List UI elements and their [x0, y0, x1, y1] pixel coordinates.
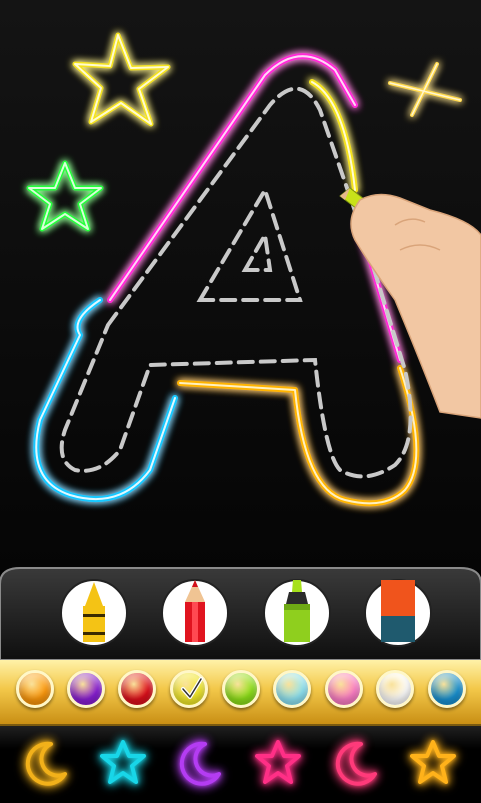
star-icon — [255, 740, 301, 784]
marker-tool-button[interactable] — [262, 578, 332, 648]
color-swatch-white[interactable] — [376, 670, 414, 708]
moon-icon — [25, 741, 67, 786]
color-swatch-red[interactable] — [118, 670, 156, 708]
stamp-moon-red[interactable] — [331, 738, 381, 788]
color-swatch-lime[interactable] — [222, 670, 260, 708]
stamp-star-cyan[interactable] — [98, 738, 148, 788]
stamp-star-pink[interactable] — [253, 738, 303, 788]
color-swatch-blue[interactable] — [428, 670, 466, 708]
eraser-icon — [381, 580, 415, 642]
pencil-tool-button[interactable] — [160, 578, 230, 648]
star-icon — [410, 740, 456, 784]
star-icon — [100, 740, 146, 784]
color-swatch-yellow[interactable] — [170, 670, 208, 708]
color-swatch-pink[interactable] — [325, 670, 363, 708]
stamp-moon-purple[interactable] — [175, 738, 225, 788]
stamp-moon-orange[interactable] — [21, 738, 71, 788]
color-swatch-orange[interactable] — [16, 670, 54, 708]
color-swatch-purple[interactable] — [67, 670, 105, 708]
color-swatch-light-blue[interactable] — [273, 670, 311, 708]
moon-icon — [335, 741, 377, 786]
crayon-tool-button[interactable] — [59, 578, 129, 648]
moon-icon — [179, 741, 221, 786]
eraser-tool-button[interactable] — [363, 578, 433, 648]
stamp-star-gold[interactable] — [408, 738, 458, 788]
checkmark-icon — [181, 677, 203, 699]
